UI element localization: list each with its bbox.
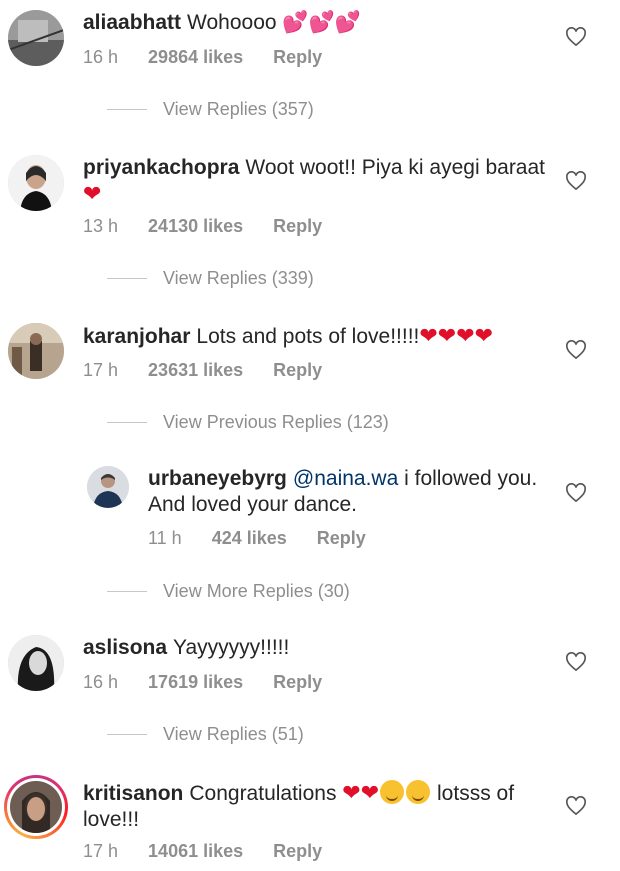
divider-line <box>107 734 147 735</box>
reply-button[interactable]: Reply <box>273 216 322 237</box>
avatar-image <box>8 323 64 379</box>
comment-body: Yayyyyyy!!!!! <box>173 636 290 659</box>
comment-meta: 17 h 23631 likes Reply <box>83 360 322 381</box>
comment-text: urbaneyebyrg @naina.wa i followed you. An… <box>148 466 548 518</box>
heart-outline-icon[interactable] <box>565 171 587 191</box>
divider-line <box>107 109 147 110</box>
comment-text: kritisanon Congratulations ❤❤ lotsss of l… <box>83 780 553 833</box>
avatar-aslisona[interactable] <box>8 635 64 691</box>
reply-button[interactable]: Reply <box>273 47 322 68</box>
comment-body: Congratulations <box>189 782 337 805</box>
comment-text: aliaabhatt Wohoooo 💕💕💕 <box>83 10 553 36</box>
heart-outline-icon[interactable] <box>565 27 587 47</box>
comment-meta: 16 h 29864 likes Reply <box>83 47 322 68</box>
comment-meta: 17 h 14061 likes Reply <box>83 841 322 862</box>
avatar-karanjohar[interactable] <box>8 323 64 379</box>
heart-outline-icon[interactable] <box>565 796 587 816</box>
comment-username[interactable]: priyankachopra <box>83 156 239 179</box>
avatar-image <box>8 155 64 211</box>
divider-line <box>107 591 147 592</box>
reply-button[interactable]: Reply <box>273 672 322 693</box>
comment-username[interactable]: aslisona <box>83 636 167 659</box>
comment-body: Woot woot!! Piya ki ayegi baraat <box>245 156 546 179</box>
reply-button[interactable]: Reply <box>273 841 322 862</box>
view-replies-label: View Replies (357) <box>163 99 314 119</box>
avatar-priyankachopra[interactable] <box>8 155 64 211</box>
heart-outline-icon[interactable] <box>565 340 587 360</box>
comment-meta: 16 h 17619 likes Reply <box>83 672 322 693</box>
mention-link[interactable]: @naina.wa <box>293 467 398 490</box>
comment-body: Wohoooo <box>187 11 277 34</box>
comment-text: aslisona Yayyyyyy!!!!! <box>83 635 553 661</box>
view-replies-label: View More Replies (30) <box>163 581 350 601</box>
heart-emoji: 💕💕💕 <box>282 11 361 34</box>
avatar-aliaabhatt[interactable] <box>8 10 64 66</box>
comment-meta: 11 h 424 likes Reply <box>148 528 366 549</box>
avatar-image <box>10 781 62 833</box>
comment-time: 17 h <box>83 360 119 380</box>
comment-username[interactable]: aliaabhatt <box>83 11 181 34</box>
comment-likes[interactable]: 424 likes <box>212 528 287 549</box>
comment-username[interactable]: urbaneyebyrg <box>148 467 287 490</box>
comment-time: 13 h <box>83 216 119 236</box>
hugging-face-emoji <box>380 780 405 804</box>
view-replies-link[interactable]: View Replies (339) <box>107 268 314 289</box>
view-replies-link[interactable]: View More Replies (30) <box>107 581 350 602</box>
view-replies-label: View Replies (51) <box>163 724 304 744</box>
comment-text: priyankachopra Woot woot!! Piya ki ayegi … <box>83 155 553 208</box>
heart-outline-icon[interactable] <box>565 652 587 672</box>
heart-emoji: ❤❤ <box>342 780 380 805</box>
view-replies-link[interactable]: View Previous Replies (123) <box>107 412 389 433</box>
avatar-kritisanon <box>10 781 62 833</box>
reply-button[interactable]: Reply <box>273 360 322 381</box>
avatar-image <box>87 466 129 508</box>
heart-emoji: ❤❤❤❤ <box>419 323 494 348</box>
divider-line <box>107 422 147 423</box>
comment-likes[interactable]: 14061 likes <box>148 841 243 862</box>
avatar-urbaneyebyrg[interactable] <box>87 466 129 508</box>
comment-time: 17 h <box>83 841 119 861</box>
reply-button[interactable]: Reply <box>317 528 366 549</box>
comment-time: 16 h <box>83 672 119 692</box>
heart-outline-icon[interactable] <box>565 483 587 503</box>
hugging-face-emoji <box>406 780 431 804</box>
comment-body: Lots and pots of love!!!!! <box>196 325 420 348</box>
comment-username[interactable]: karanjohar <box>83 325 190 348</box>
view-replies-link[interactable]: View Replies (51) <box>107 724 304 745</box>
view-replies-link[interactable]: View Replies (357) <box>107 99 314 120</box>
comment-time: 16 h <box>83 47 119 67</box>
comment-likes[interactable]: 29864 likes <box>148 47 243 68</box>
avatar-image <box>8 10 64 66</box>
divider-line <box>107 278 147 279</box>
comment-username[interactable]: kritisanon <box>83 782 183 805</box>
story-ring[interactable] <box>4 775 68 839</box>
comment-meta: 13 h 24130 likes Reply <box>83 216 322 237</box>
comment-likes[interactable]: 23631 likes <box>148 360 243 381</box>
view-replies-label: View Previous Replies (123) <box>163 412 389 432</box>
comment-text: karanjohar Lots and pots of love!!!!!❤❤❤❤ <box>83 323 553 350</box>
comment-likes[interactable]: 24130 likes <box>148 216 243 237</box>
avatar-image <box>8 635 64 691</box>
view-replies-label: View Replies (339) <box>163 268 314 288</box>
comment-likes[interactable]: 17619 likes <box>148 672 243 693</box>
comment-time: 11 h <box>148 528 182 548</box>
heart-emoji: ❤ <box>83 181 102 206</box>
